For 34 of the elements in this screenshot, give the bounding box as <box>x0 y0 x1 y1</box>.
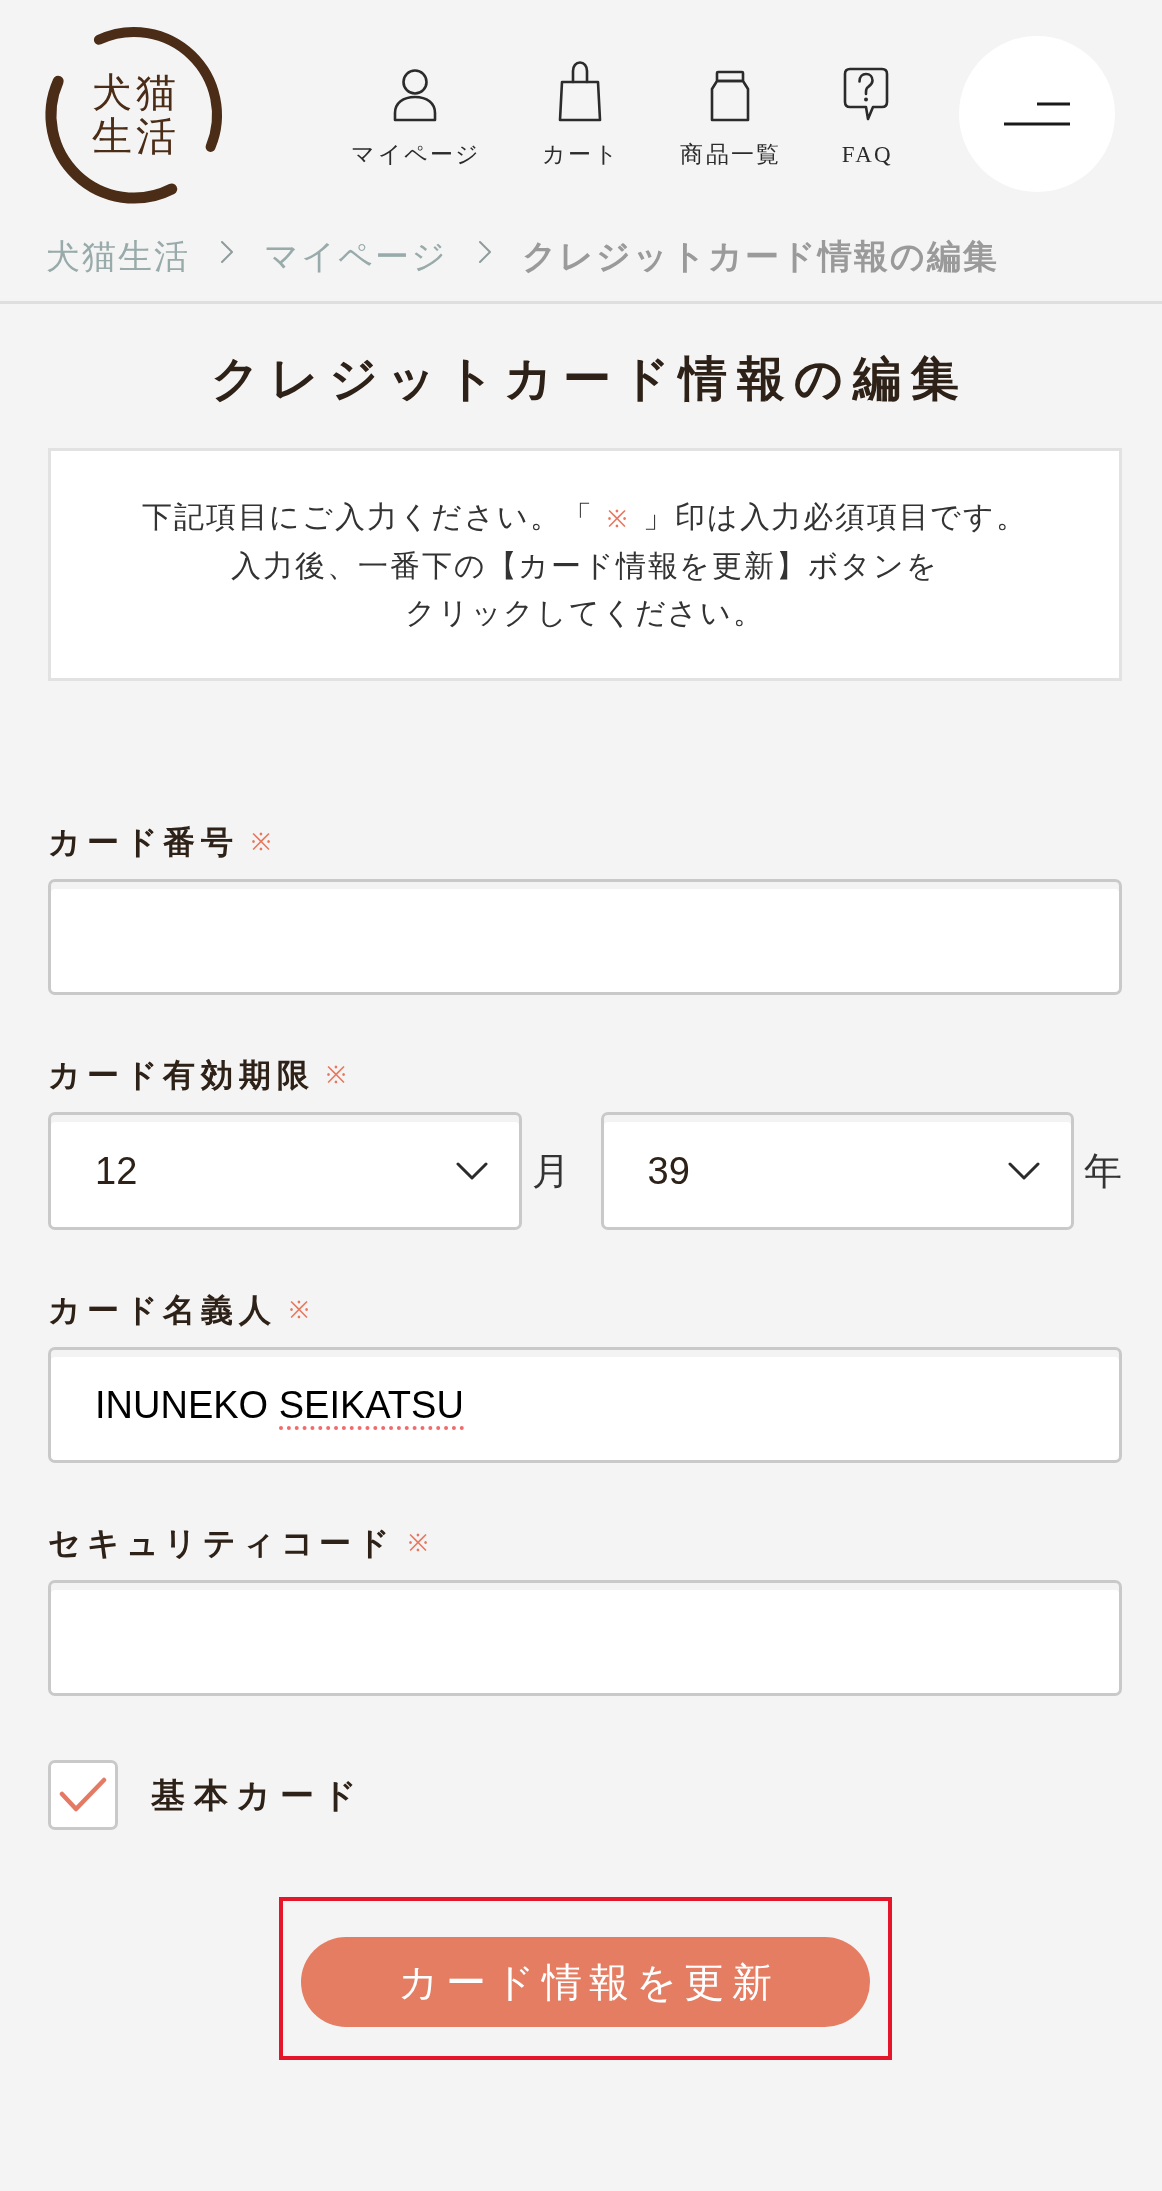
year-select[interactable]: 39 <box>600 1112 1074 1230</box>
cart-link[interactable]: カート <box>539 58 620 170</box>
chevron-right-icon <box>478 240 493 264</box>
required-mark: ※ <box>326 1060 347 1090</box>
logo-text: 犬猫 生活 <box>90 71 182 159</box>
cardholder-name-input[interactable]: INUNEKO SEIKATSU <box>48 1347 1122 1463</box>
card-number-input[interactable] <box>48 879 1122 995</box>
unit-label: 年 <box>1084 1149 1122 1193</box>
field-label: カード番号 <box>48 823 239 862</box>
checkbox[interactable] <box>48 1760 118 1830</box>
field-label: セキュリティコード <box>48 1524 396 1563</box>
chevron-right-icon <box>220 240 235 264</box>
security-code-input[interactable] <box>48 1580 1122 1696</box>
mypage-link[interactable]: マイページ <box>349 58 482 170</box>
breadcrumb-current: クレジットカード情報の編集 <box>522 236 999 276</box>
required-mark: ※ <box>288 1295 309 1325</box>
product-list-link[interactable]: 商品一覧 <box>678 58 782 170</box>
checkmark-icon <box>59 1777 107 1813</box>
menu-icon <box>1004 102 1070 126</box>
jar-icon <box>708 70 751 122</box>
month-select[interactable]: 12 <box>48 1112 522 1230</box>
chevron-down-icon <box>455 1162 488 1180</box>
faq-link[interactable]: FAQ <box>839 58 893 170</box>
instruction-text: 下記項目にご入力ください。「 ※ 」印は入力必須項目です。 入力後、一番下の【カード情報を更新】ボタンを クリックしてください。 <box>141 499 1029 631</box>
unit-label: 月 <box>531 1149 570 1193</box>
field-label: カード有効期限 <box>48 1056 315 1095</box>
chevron-down-icon <box>1008 1162 1040 1180</box>
page-title: クレジットカード情報の編集 <box>210 351 970 407</box>
required-mark: ※ <box>407 1528 428 1558</box>
person-icon <box>392 68 439 122</box>
shopping-bag-icon <box>556 60 603 122</box>
field-label: カード名義人 <box>48 1291 277 1330</box>
required-mark: ※ <box>250 827 271 857</box>
checkbox-label: 基本カード <box>151 1775 366 1816</box>
